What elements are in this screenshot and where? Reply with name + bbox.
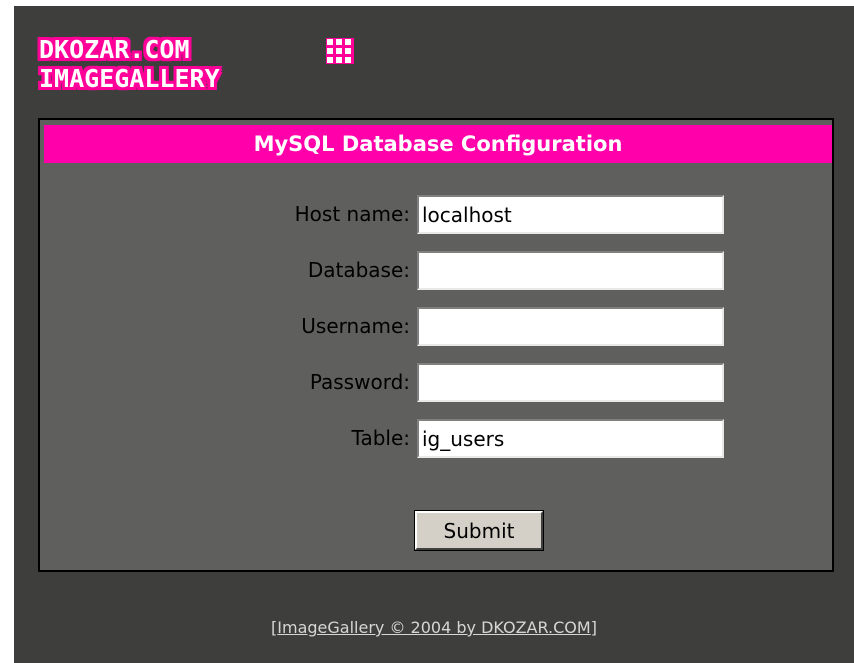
database-input[interactable] — [417, 251, 724, 290]
form-row-table: Table: — [40, 419, 836, 459]
table-label: Table: — [351, 426, 410, 450]
footer-link[interactable]: ImageGallery © 2004 by DKOZAR.COM — [277, 618, 590, 637]
password-label: Password: — [309, 370, 410, 394]
footer-bracket-close: ] — [590, 618, 597, 637]
config-panel: MySQL Database Configuration Host name: … — [38, 118, 834, 572]
logo-line-2: IMAGEGALLERY — [39, 64, 220, 93]
form-row-host: Host name: — [40, 195, 836, 235]
form-row-database: Database: — [40, 251, 836, 291]
panel-title: MySQL Database Configuration — [44, 125, 832, 163]
database-label: Database: — [307, 258, 410, 282]
password-input[interactable] — [417, 363, 724, 402]
username-input[interactable] — [417, 307, 724, 346]
table-input[interactable] — [417, 419, 724, 458]
submit-button[interactable]: Submit — [414, 510, 544, 551]
form-row-password: Password: — [40, 363, 836, 403]
logo: DKOZAR.COM IMAGEGALLERY — [39, 33, 354, 99]
host-name-label: Host name: — [294, 202, 410, 226]
username-label: Username: — [301, 314, 410, 338]
footer: [ImageGallery © 2004 by DKOZAR.COM] — [0, 618, 854, 637]
host-name-input[interactable] — [417, 195, 724, 234]
logo-line-1: DKOZAR.COM — [39, 35, 190, 64]
form-row-username: Username: — [40, 307, 836, 347]
grid-logo-icon — [326, 38, 354, 64]
